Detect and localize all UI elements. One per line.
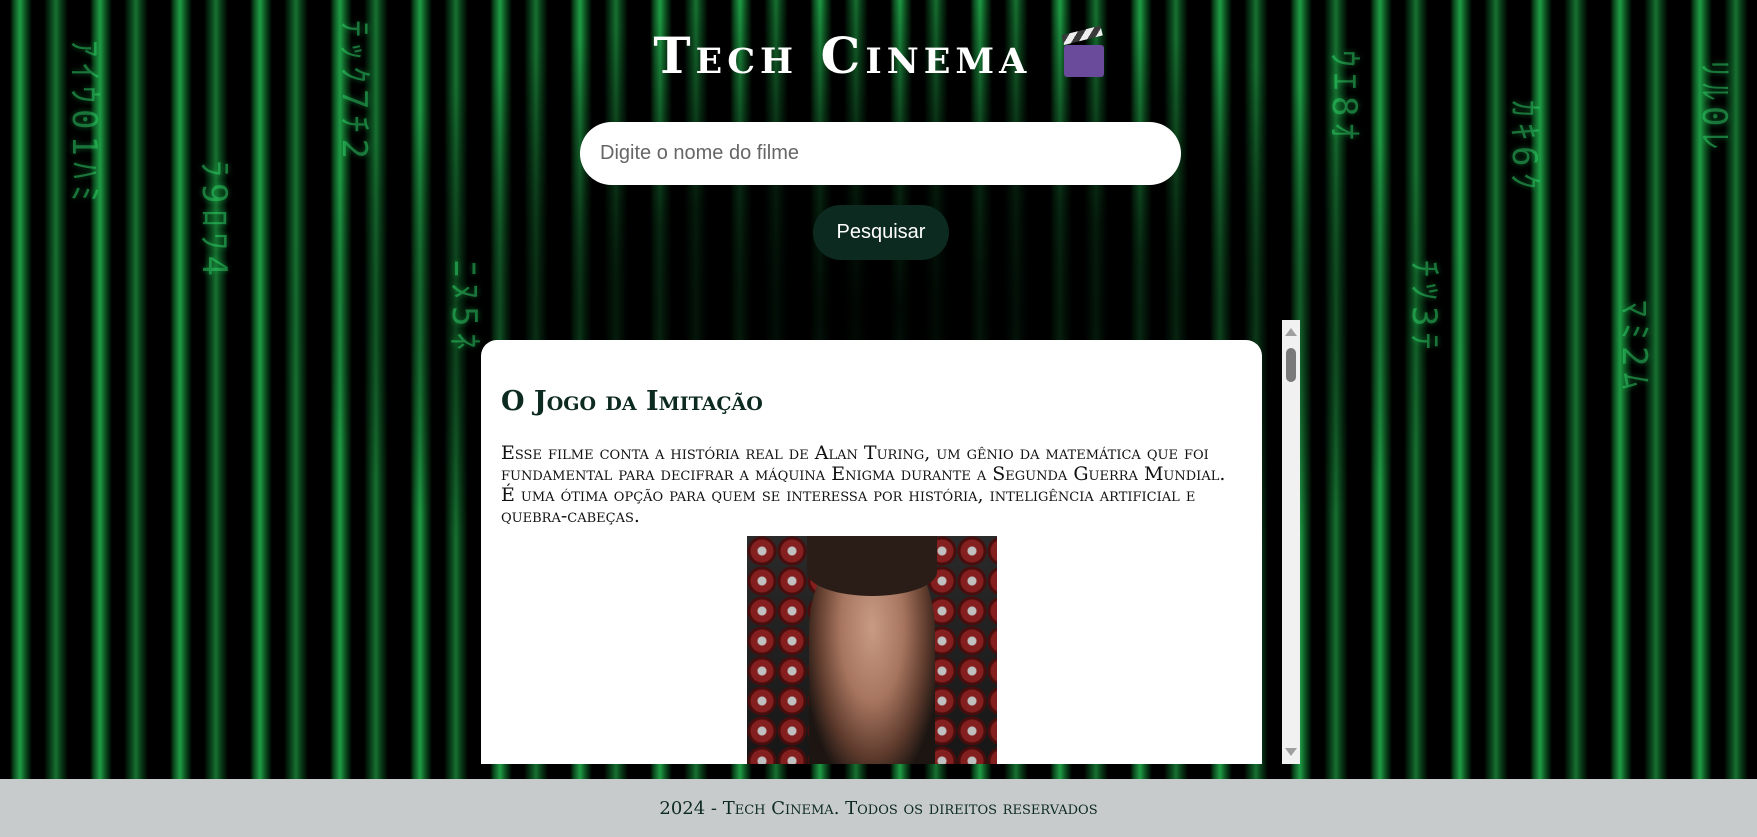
search-button[interactable]: Pesquisar: [813, 205, 949, 260]
footer-text: 2024 - Tech Cinema. Todos os direitos re…: [659, 797, 1098, 819]
scroll-up-arrow-icon[interactable]: [1285, 328, 1297, 336]
movie-poster: [747, 536, 997, 764]
footer: 2024 - Tech Cinema. Todos os direitos re…: [0, 779, 1757, 837]
movie-result-card: O Jogo da Imitação Esse filme conta a hi…: [481, 340, 1262, 764]
search-input[interactable]: [580, 122, 1181, 185]
movie-title: O Jogo da Imitação: [501, 386, 763, 417]
movie-description: Esse filme conta a história real de Alan…: [501, 442, 1226, 527]
result-scrollbar[interactable]: [1282, 320, 1300, 764]
site-title-text: Tech Cinema: [653, 26, 1032, 85]
site-title: Tech Cinema: [0, 25, 1757, 85]
scrollbar-thumb[interactable]: [1286, 348, 1296, 382]
scroll-down-arrow-icon[interactable]: [1285, 748, 1297, 756]
clapperboard-icon: [1061, 25, 1104, 77]
